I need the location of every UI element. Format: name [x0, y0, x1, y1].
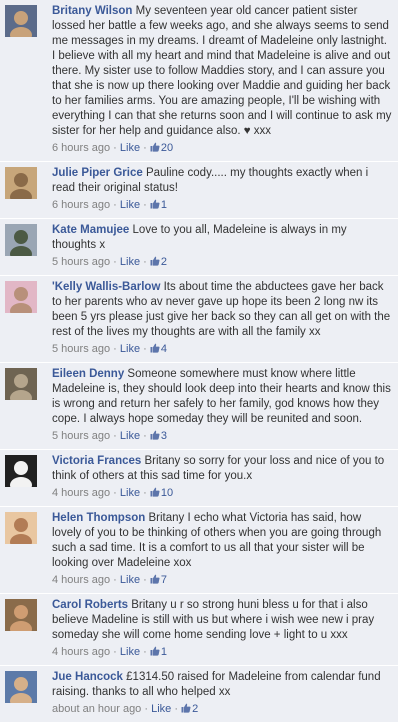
comment-author[interactable]: Carol Roberts — [52, 599, 131, 611]
comment-6: Helen Thompson Britany I echo what Victo… — [0, 507, 398, 594]
comment-author[interactable]: Julie Piper Grice — [52, 167, 146, 179]
thumbs-up-icon — [150, 142, 160, 152]
comment-author[interactable]: 'Kelly Wallis-Barlow — [52, 281, 164, 293]
profile-photo — [5, 167, 37, 199]
like-count[interactable]: 4 — [150, 343, 167, 355]
comment-0: Britany Wilson My seventeen year old can… — [0, 0, 398, 162]
profile-photo — [5, 281, 37, 313]
comment-author[interactable]: Victoria Frances — [52, 455, 144, 467]
like-count-number[interactable]: 4 — [161, 343, 167, 355]
comment-timestamp[interactable]: 5 hours ago — [52, 430, 110, 442]
comment-timestamp[interactable]: about an hour ago — [52, 703, 141, 715]
thumbs-up-icon — [150, 646, 160, 656]
avatar[interactable] — [5, 281, 37, 313]
like-count[interactable]: 1 — [150, 199, 167, 211]
like-link[interactable]: Like — [120, 487, 140, 499]
profile-photo — [5, 512, 37, 544]
like-count-number[interactable]: 1 — [161, 646, 167, 658]
comment-timestamp[interactable]: 4 hours ago — [52, 646, 110, 658]
comment-text: My seventeen year old cancer patient sis… — [52, 5, 392, 137]
avatar[interactable] — [5, 224, 37, 256]
comment-feed: Britany Wilson My seventeen year old can… — [0, 0, 398, 723]
like-count[interactable]: 2 — [181, 703, 198, 715]
profile-photo — [5, 671, 37, 703]
like-count-number[interactable]: 1 — [161, 199, 167, 211]
like-count-number[interactable]: 20 — [161, 142, 173, 154]
profile-photo — [5, 368, 37, 400]
avatar[interactable] — [5, 368, 37, 400]
like-count-number[interactable]: 3 — [161, 430, 167, 442]
comment-7: Carol Roberts Britany u r so strong huni… — [0, 594, 398, 666]
avatar[interactable] — [5, 512, 37, 544]
like-count[interactable]: 10 — [150, 487, 173, 499]
profile-photo — [5, 599, 37, 631]
comment-author[interactable]: Kate Mamujee — [52, 224, 133, 236]
thumbs-up-icon — [150, 487, 160, 497]
like-link[interactable]: Like — [120, 199, 140, 211]
comment-8: Jue Hancock £1314.50 raised for Madelein… — [0, 666, 398, 723]
thumbs-up-icon — [150, 256, 160, 266]
avatar[interactable] — [5, 167, 37, 199]
like-link[interactable]: Like — [151, 703, 171, 715]
profile-photo — [5, 224, 37, 256]
like-count-number[interactable]: 2 — [192, 703, 198, 715]
comment-3: 'Kelly Wallis-Barlow Its about time the … — [0, 276, 398, 363]
avatar[interactable] — [5, 455, 37, 487]
thumbs-up-icon — [150, 343, 160, 353]
comment-timestamp[interactable]: 5 hours ago — [52, 343, 110, 355]
comment-5: Victoria Frances Britany so sorry for yo… — [0, 450, 398, 507]
like-link[interactable]: Like — [120, 256, 140, 268]
comment-author[interactable]: Britany Wilson — [52, 5, 136, 17]
thumbs-up-icon — [181, 703, 191, 713]
comment-author[interactable]: Eileen Denny — [52, 368, 127, 380]
profile-photo — [5, 455, 37, 487]
like-count[interactable]: 1 — [150, 646, 167, 658]
like-link[interactable]: Like — [120, 343, 140, 355]
comment-timestamp[interactable]: 5 hours ago — [52, 256, 110, 268]
thumbs-up-icon — [150, 199, 160, 209]
avatar[interactable] — [5, 5, 37, 37]
comment-author[interactable]: Jue Hancock — [52, 671, 126, 683]
like-count-number[interactable]: 2 — [161, 256, 167, 268]
thumbs-up-icon — [150, 574, 160, 584]
like-count[interactable]: 3 — [150, 430, 167, 442]
like-link[interactable]: Like — [120, 646, 140, 658]
like-link[interactable]: Like — [120, 574, 140, 586]
thumbs-up-icon — [150, 430, 160, 440]
like-link[interactable]: Like — [120, 430, 140, 442]
like-count[interactable]: 20 — [150, 142, 173, 154]
like-count-number[interactable]: 10 — [161, 487, 173, 499]
like-count-number[interactable]: 7 — [161, 574, 167, 586]
comment-1: Julie Piper Grice Pauline cody..... my t… — [0, 162, 398, 219]
comment-timestamp[interactable]: 4 hours ago — [52, 487, 110, 499]
comment-author[interactable]: Helen Thompson — [52, 512, 148, 524]
comment-4: Eileen Denny Someone somewhere must know… — [0, 363, 398, 450]
like-count[interactable]: 7 — [150, 574, 167, 586]
comment-timestamp[interactable]: 6 hours ago — [52, 199, 110, 211]
like-count[interactable]: 2 — [150, 256, 167, 268]
profile-photo — [5, 5, 37, 37]
comment-timestamp[interactable]: 6 hours ago — [52, 142, 110, 154]
avatar[interactable] — [5, 671, 37, 703]
comment-timestamp[interactable]: 4 hours ago — [52, 574, 110, 586]
comment-2: Kate Mamujee Love to you all, Madeleine … — [0, 219, 398, 276]
like-link[interactable]: Like — [120, 142, 140, 154]
avatar[interactable] — [5, 599, 37, 631]
